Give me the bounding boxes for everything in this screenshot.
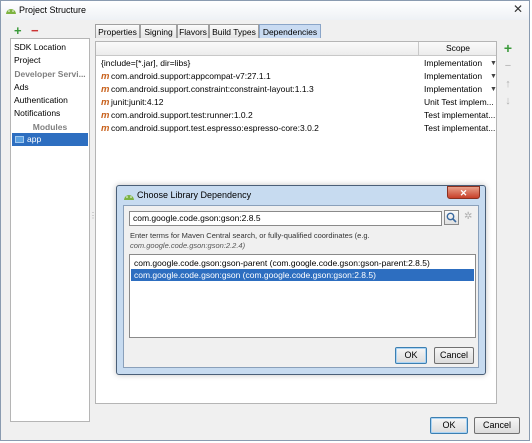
ok-button[interactable]: OK [430, 417, 468, 434]
tab-signing[interactable]: Signing [140, 24, 177, 38]
sidebar-item-project[interactable]: Project [14, 55, 40, 65]
move-up-button[interactable]: ↑ [502, 79, 514, 90]
remove-dependency-button[interactable]: − [502, 61, 514, 72]
dialog-content: com.google.code.gson:gson:2.8.5 ✲ Enter … [123, 205, 479, 368]
dependency-name: junit:junit:4.12 [111, 97, 164, 107]
dependency-scope[interactable]: Implementation [424, 57, 482, 70]
sidebar-item-label: app [27, 134, 42, 144]
table-row[interactable]: m com.android.support:appcompat-v7:27.1.1… [96, 70, 497, 83]
sidebar-item-app[interactable]: app [12, 133, 88, 146]
dependency-scope[interactable]: Test implementat... [424, 122, 495, 135]
search-hint-example: com.google.code.gson:gson:2.2.4) [130, 241, 246, 250]
dialog-ok-button[interactable]: OK [395, 347, 427, 364]
settings-gear-icon[interactable]: ✲ [464, 211, 472, 223]
sidebar-item-notifications[interactable]: Notifications [14, 108, 60, 118]
table-row[interactable]: m com.android.support.constraint:constrai… [96, 83, 497, 96]
dependency-scope[interactable]: Unit Test implem... [424, 96, 494, 109]
dependency-name: {include=[*.jar], dir=libs} [101, 58, 191, 68]
dependency-name: com.android.support:appcompat-v7:27.1.1 [111, 71, 271, 81]
sidebar-header-modules: Modules [32, 122, 68, 132]
cancel-button[interactable]: Cancel [474, 417, 520, 434]
tab-properties[interactable]: Properties [95, 24, 140, 38]
dependency-name: com.android.support.constraint:constrain… [111, 84, 314, 94]
window-title: Project Structure [19, 5, 87, 15]
choose-library-dependency-dialog: Choose Library Dependency ✕ com.google.c… [116, 185, 486, 375]
table-row[interactable]: m com.android.support.test:runner:1.0.2 T… [96, 109, 496, 122]
search-icon [446, 212, 457, 223]
list-item[interactable]: com.google.code.gson:gson-parent (com.go… [131, 257, 474, 269]
dependency-name: com.android.support.test:runner:1.0.2 [111, 110, 253, 120]
sidebar-item-ads[interactable]: Ads [14, 82, 29, 92]
maven-icon: m [101, 84, 110, 95]
table-row[interactable]: m junit:junit:4.12 Unit Test implem... [96, 96, 496, 109]
dialog-title-bar: Choose Library Dependency [121, 187, 481, 204]
search-button[interactable] [444, 210, 459, 225]
search-hint: Enter terms for Maven Central search, or… [130, 231, 370, 240]
scope-dropdown-icon[interactable]: ▼ [490, 83, 497, 96]
tab-build-types[interactable]: Build Types [209, 24, 259, 38]
remove-module-button[interactable]: − [31, 24, 39, 37]
scope-dropdown-icon[interactable]: ▼ [490, 70, 497, 83]
maven-icon: m [101, 97, 110, 108]
android-studio-icon [6, 9, 16, 14]
add-dependency-button[interactable]: + [502, 41, 514, 55]
dialog-cancel-button[interactable]: Cancel [434, 347, 474, 364]
scope-column-header[interactable]: Scope [418, 42, 497, 55]
maven-icon: m [101, 110, 110, 121]
add-module-button[interactable]: + [14, 24, 22, 37]
maven-icon: m [101, 71, 110, 82]
dependency-scope[interactable]: Implementation [424, 70, 482, 83]
settings-sidebar: SDK Location Project Developer Servi... … [10, 38, 90, 422]
search-results-list: com.google.code.gson:gson-parent (com.go… [129, 254, 476, 338]
sidebar-header-developer-services: Developer Servi... [14, 69, 86, 79]
tab-dependencies[interactable]: Dependencies [259, 24, 321, 38]
library-search-input[interactable]: com.google.code.gson:gson:2.8.5 [129, 211, 442, 226]
scope-dropdown-icon[interactable]: ▼ [490, 57, 497, 70]
list-item-selected[interactable]: com.google.code.gson:gson (com.google.co… [131, 269, 474, 281]
sidebar-item-authentication[interactable]: Authentication [14, 95, 68, 105]
dependency-scope[interactable]: Test implementat... [424, 109, 495, 122]
table-header: Scope [96, 42, 496, 56]
maven-icon: m [101, 123, 110, 134]
window-close-button[interactable]: ✕ [513, 2, 523, 16]
tab-flavors[interactable]: Flavors [177, 24, 209, 38]
dependency-name: com.android.support.test.espresso:espres… [111, 123, 319, 133]
move-down-button[interactable]: ↓ [502, 96, 514, 107]
dialog-title: Choose Library Dependency [137, 190, 252, 200]
dependency-scope[interactable]: Implementation [424, 83, 482, 96]
module-folder-icon [15, 136, 24, 143]
table-row[interactable]: {include=[*.jar], dir=libs} Implementati… [96, 57, 497, 70]
sidebar-item-sdk-location[interactable]: SDK Location [14, 42, 66, 52]
android-studio-icon [124, 195, 134, 200]
table-row[interactable]: m com.android.support.test.espresso:espre… [96, 122, 496, 135]
dialog-close-button[interactable]: ✕ [447, 186, 480, 199]
title-bar: Project Structure ✕ [1, 1, 529, 20]
